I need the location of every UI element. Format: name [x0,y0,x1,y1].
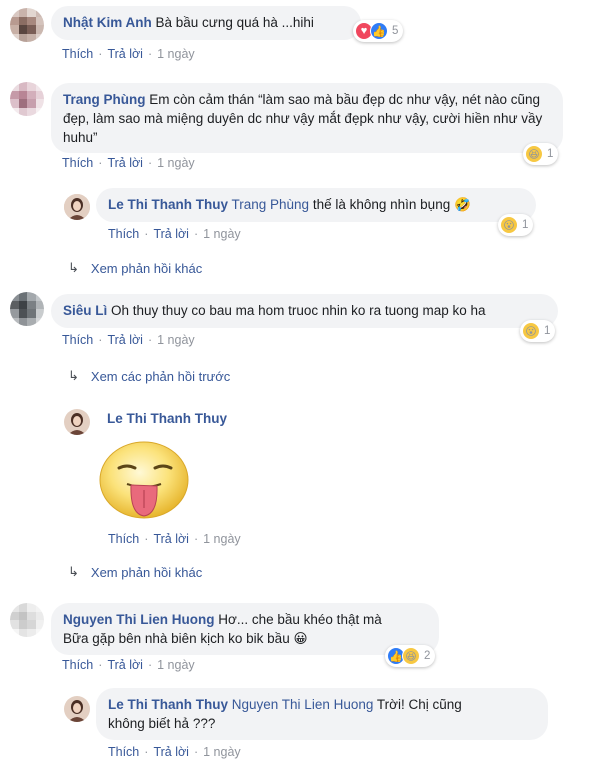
profile-photo-icon [64,696,90,722]
reply-arrow-icon: ↳ [68,564,79,579]
reaction-count: 1 [522,219,529,231]
avatar[interactable] [64,194,90,220]
like-link[interactable]: Thích [108,745,139,759]
reply-bubble: Le Thi Thanh Thuy Trang Phùng thế là khô… [96,188,536,222]
comment-actions: Thích · Trả lời · 1 ngày [62,333,195,347]
reply-link[interactable]: Trả lời [107,156,143,170]
like-link[interactable]: Thích [62,47,93,61]
more-replies-link[interactable]: ↳ Xem phản hồi khác [68,260,202,276]
comment-author[interactable]: Nguyen Thi Lien Huong [63,612,215,627]
comment-actions: Thích · Trả lời · 1 ngày [108,227,241,241]
comment-author[interactable]: Le Thi Thanh Thuy [107,411,227,426]
reaction-count: 1 [544,325,551,337]
reaction-summary[interactable]: 😮 1 [498,214,534,236]
reply-arrow-icon: ↳ [68,368,79,383]
reply-link[interactable]: Trả lời [107,333,143,347]
timestamp[interactable]: 1 ngày [157,47,195,61]
like-reaction-icon: 👍 [370,22,388,40]
reaction-count: 2 [424,650,431,662]
haha-reaction-icon: 😆 [525,145,543,163]
avatar[interactable] [10,8,44,42]
reaction-count: 5 [392,25,399,37]
comment-bubble: Nhật Kim Anh Bà bầu cưng quá hà ...hihi [51,6,361,40]
more-replies-link[interactable]: ↳ Xem phản hồi khác [68,564,202,580]
comment-author[interactable]: Siêu Lì [63,303,107,318]
more-replies-label: Xem phản hồi khác [90,564,203,580]
timestamp[interactable]: 1 ngày [203,227,241,241]
comment-text: Bà bầu cưng quá hà ...hihi [155,15,314,30]
avatar[interactable] [64,409,90,435]
haha-reaction-icon: 😆 [402,647,420,665]
comment-bubble: Siêu Lì Oh thuy thuy co bau ma hom truoc… [51,294,558,328]
profile-photo-icon [64,409,90,435]
comment-author[interactable]: Trang Phùng [63,92,146,107]
reply-link[interactable]: Trả lời [107,47,143,61]
reaction-count: 1 [547,148,554,160]
more-replies-label: Xem phản hồi khác [90,260,203,276]
comment-author[interactable]: Le Thi Thanh Thuy [108,697,228,712]
previous-replies-link[interactable]: ↳ Xem các phản hồi trước [68,368,230,384]
mention-link[interactable]: Nguyen Thi Lien Huong [232,697,374,712]
tongue-out-sticker [97,440,191,520]
reaction-summary[interactable]: 👍 😆 2 [385,645,436,667]
comment-author[interactable]: Nhật Kim Anh [63,15,152,30]
reaction-summary[interactable]: 😮 1 [520,320,556,342]
comment-text-line-1: Hơ... che bầu khéo thật mà [218,612,382,627]
like-link[interactable]: Thích [62,156,93,170]
comment-text: thế là không nhìn bụng [312,197,451,212]
reply-arrow-icon: ↳ [68,260,79,275]
previous-replies-label: Xem các phản hồi trước [90,368,231,384]
like-link[interactable]: Thích [62,658,93,672]
timestamp[interactable]: 1 ngày [157,156,195,170]
like-link[interactable]: Thích [108,227,139,241]
comment-actions: Thích · Trả lời · 1 ngày [108,532,241,546]
comment-author[interactable]: Le Thi Thanh Thuy [108,197,228,212]
comment-actions: Thích · Trả lời · 1 ngày [62,658,195,672]
comment-bubble: Trang Phùng Em còn cảm thán “làm sao mà … [51,83,563,153]
comment-text-line-2: Bữa gặp bên nhà biên kịch ko bik bầu [63,631,290,646]
grinning-emoji-icon: 😀 [293,631,308,646]
tongue-out-sticker-icon [99,441,189,519]
reply-link[interactable]: Trả lời [153,745,189,759]
timestamp[interactable]: 1 ngày [203,532,241,546]
avatar[interactable] [10,603,44,637]
wow-reaction-icon: 😮 [522,322,540,340]
reply-link[interactable]: Trả lời [107,658,143,672]
timestamp[interactable]: 1 ngày [157,333,195,347]
rofl-emoji-icon: 🤣 [453,197,471,212]
mention-link[interactable]: Trang Phùng [232,197,310,212]
avatar[interactable] [10,82,44,116]
wow-reaction-icon: 😮 [500,216,518,234]
comment-actions: Thích · Trả lời · 1 ngày [62,156,195,170]
reply-link[interactable]: Trả lời [153,532,189,546]
reaction-summary[interactable]: 😆 1 [523,143,559,165]
comment-actions: Thích · Trả lời · 1 ngày [62,47,195,61]
reply-bubble: Le Thi Thanh Thuy Nguyen Thi Lien Huong … [96,688,548,740]
comment-text-line-1: Trời! Chị cũng [376,697,462,712]
profile-photo-icon [64,194,90,220]
like-link[interactable]: Thích [108,532,139,546]
like-link[interactable]: Thích [62,333,93,347]
comment-actions: Thích · Trả lời · 1 ngày [108,745,241,759]
avatar[interactable] [10,292,44,326]
comment-text: Oh thuy thuy co bau ma hom truoc nhin ko… [111,303,486,318]
timestamp[interactable]: 1 ngày [203,745,241,759]
avatar[interactable] [64,696,90,722]
reaction-summary[interactable]: ♥ 👍 5 [353,20,404,42]
timestamp[interactable]: 1 ngày [157,658,195,672]
reply-link[interactable]: Trả lời [153,227,189,241]
comment-text-line-2: không biết hả ??? [108,716,216,731]
comment-bubble: Nguyen Thi Lien Huong Hơ... che bầu khéo… [51,603,439,655]
